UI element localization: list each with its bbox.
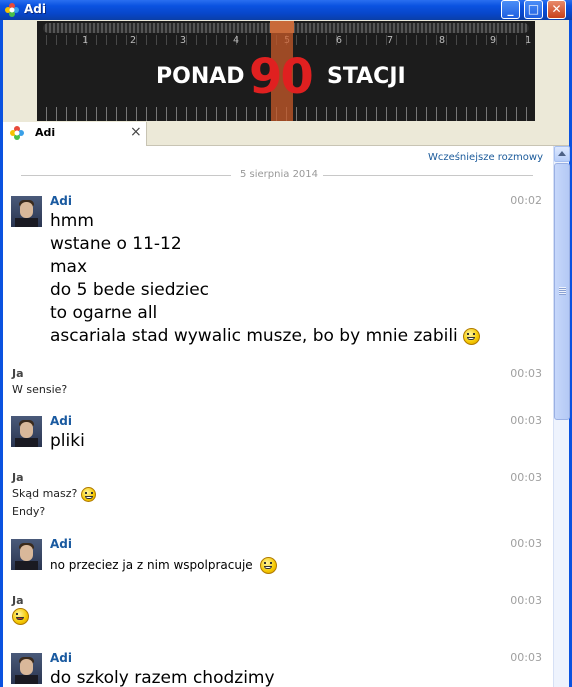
- ruler-number: 2: [130, 35, 137, 46]
- message-time: 00:02: [510, 194, 542, 207]
- scrollbar-thumb[interactable]: [554, 163, 570, 420]
- message-sender: Adi: [50, 194, 72, 208]
- message-line-with-emoticon: Skąd masz?: [12, 485, 96, 503]
- window-title: Adi: [24, 2, 46, 16]
- ruler-number: 3: [180, 35, 187, 46]
- message-line: W sensie?: [12, 383, 68, 396]
- message-line: pliki: [50, 431, 85, 451]
- message-sender: Ja: [12, 471, 24, 484]
- date-line-right: [323, 175, 533, 176]
- avatar[interactable]: [11, 196, 42, 227]
- message-time: 00:03: [510, 414, 542, 427]
- message-line: Endy?: [12, 505, 46, 518]
- message-body: do szkoly razem chodzimy: [50, 667, 275, 687]
- message-sender: Adi: [50, 414, 72, 428]
- message-body: Skąd masz? Endy?: [12, 485, 96, 521]
- date-line-left: [21, 175, 231, 176]
- ruler-number: 1: [525, 35, 532, 46]
- message-sender: Adi: [50, 537, 72, 551]
- message-body: pliki: [50, 430, 85, 453]
- wink-emoticon-icon: [259, 557, 277, 574]
- banner-word-ponad: PONAD: [156, 64, 245, 89]
- ruler-number: 7: [387, 35, 394, 46]
- message-line: ascariala stad wywalic musze, bo by mnie…: [50, 326, 458, 346]
- message-time: 00:03: [510, 594, 542, 607]
- title-bar[interactable]: Adi _ □ ✕: [0, 0, 572, 20]
- message-line: do 5 bede siedziec: [50, 280, 210, 300]
- message-body: W sensie?: [12, 381, 67, 399]
- message-sender: Ja: [12, 367, 24, 380]
- ruler-number: 6: [336, 35, 343, 46]
- message-time: 00:03: [510, 537, 542, 550]
- message-body: [12, 607, 29, 625]
- message-line: no przeciez ja z nim wspolpracuje: [50, 558, 253, 572]
- ruler-number: 4: [233, 35, 240, 46]
- date-separator: 5 sierpnia 2014: [3, 168, 553, 182]
- tab-close-icon[interactable]: ×: [130, 124, 142, 140]
- message-line: wstane o 11-12: [50, 234, 182, 254]
- date-label: 5 sierpnia 2014: [240, 169, 319, 180]
- avatar[interactable]: [11, 539, 42, 570]
- message-line: do szkoly razem chodzimy: [50, 668, 275, 687]
- message-time: 00:03: [510, 367, 542, 380]
- contact-status-flower-icon: [10, 126, 24, 140]
- message-body: hmm wstane o 11-12 max do 5 bede siedzie…: [50, 210, 481, 348]
- scroll-up-button[interactable]: [554, 146, 570, 162]
- message-sender: Adi: [50, 651, 72, 665]
- banner-number: 90: [249, 49, 314, 105]
- message-sender: Ja: [12, 594, 24, 607]
- earlier-conversations-link[interactable]: Wcześniejsze rozmowy: [428, 152, 543, 163]
- close-button[interactable]: ✕: [547, 0, 566, 19]
- avatar[interactable]: [11, 653, 42, 684]
- app-flower-icon: [5, 3, 19, 17]
- grin-emoticon-icon: [80, 486, 96, 502]
- scrollbar-grip-icon: [559, 287, 566, 295]
- message-time: 00:03: [510, 471, 542, 484]
- message-line: max: [50, 257, 88, 277]
- ad-banner[interactable]: 1 2 3 4 5 6 7 8 9 1 PONAD 90 STACJI: [37, 21, 535, 121]
- avatar[interactable]: [11, 416, 42, 447]
- message-body: no przeciez ja z nim wspolpracuje: [50, 557, 277, 574]
- chat-history[interactable]: Wcześniejsze rozmowy 5 sierpnia 2014 Adi…: [3, 146, 553, 687]
- message-line: to ogarne all: [50, 303, 158, 323]
- ruler-number: 8: [439, 35, 446, 46]
- message-time: 00:03: [510, 651, 542, 664]
- ruler-number: 9: [490, 35, 497, 46]
- tab-label: Adi: [35, 126, 56, 139]
- chat-scrollbar[interactable]: [553, 146, 570, 687]
- maximize-button[interactable]: □: [524, 0, 543, 19]
- message-line-with-emoticon: ascariala stad wywalic musze, bo by mnie…: [50, 325, 481, 348]
- message-line: hmm: [50, 211, 94, 231]
- minimize-button[interactable]: _: [501, 0, 520, 19]
- wink-emoticon-icon: [12, 607, 29, 625]
- banner-word-stacji: STACJI: [327, 64, 406, 89]
- grin-emoticon-icon: [463, 327, 481, 345]
- tab-adi[interactable]: Adi ×: [3, 122, 147, 146]
- message-line: Skąd masz?: [12, 487, 78, 500]
- ruler-number: 1: [82, 35, 89, 46]
- banner-needle-top: [270, 21, 294, 33]
